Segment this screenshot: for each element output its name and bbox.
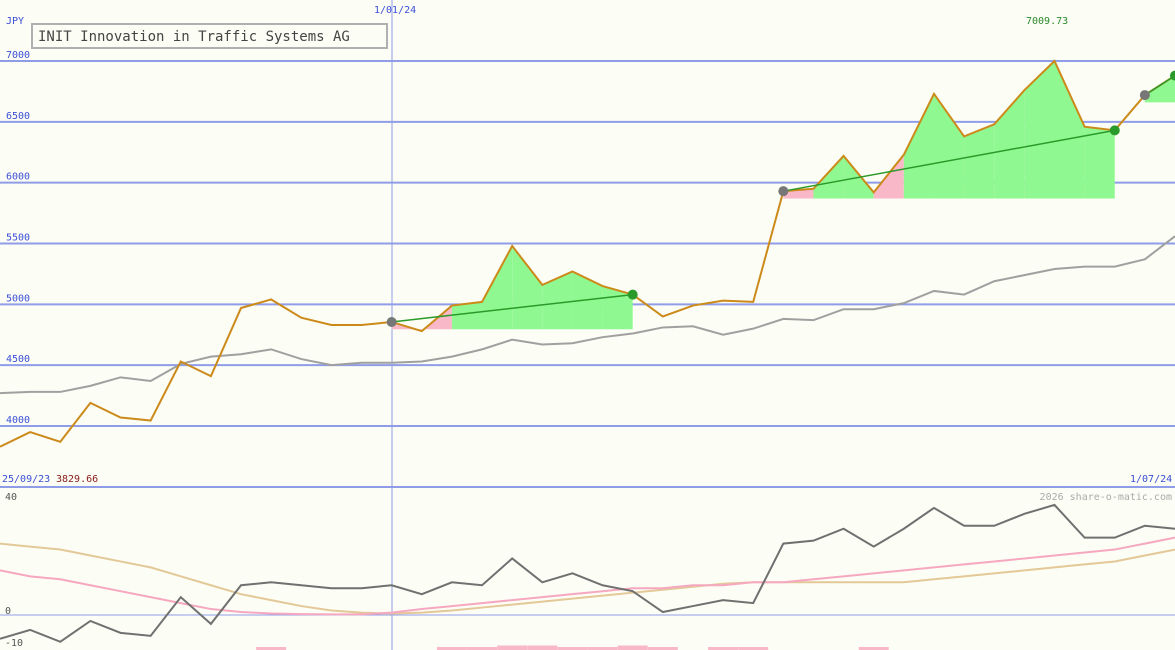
- y-tick-label-5500: 5500: [6, 233, 30, 244]
- trend-start-point-0: [386, 316, 397, 327]
- trend-end-point-1: [1109, 125, 1120, 136]
- min-value-label: 3829.66: [56, 474, 98, 485]
- trend-fill-0-17: [512, 245, 543, 330]
- y-tick-label-4500: 4500: [6, 354, 30, 365]
- y-tick-label-7000: 7000: [6, 50, 30, 61]
- trend-end-point-0: [627, 289, 638, 300]
- y-tick-label-6500: 6500: [6, 111, 30, 122]
- title-box: INIT Innovation in Traffic Systems AG: [31, 23, 388, 49]
- trend-fill-0-18: [542, 271, 573, 330]
- max-value-label: 7009.73: [1026, 16, 1068, 27]
- trend-fill-1-34: [1024, 61, 1055, 199]
- plot-layer: 7000 6500 6000 5500 5000 4500 4000: [0, 0, 1175, 650]
- watermark: 2026 share-o-matic.com: [1040, 492, 1172, 503]
- trend-fill-1-35: [1054, 61, 1085, 199]
- osc-zero-label: 0: [5, 606, 11, 617]
- x-mid-label: 1/01/24: [374, 5, 416, 16]
- y-tick-label-6000: 6000: [6, 172, 30, 183]
- trend-start-point-2: [1139, 90, 1150, 101]
- trend-fill-0-16: [482, 245, 513, 330]
- y-tick-label-5000: 5000: [6, 293, 30, 304]
- series-price-line: [0, 59, 1175, 448]
- osc-top-label: 40: [5, 492, 17, 503]
- trend-fill-1-36: [1084, 126, 1115, 199]
- trend-start-point-1: [778, 186, 789, 197]
- osc-bottom-label: -10: [5, 638, 23, 649]
- currency-label: JPY: [6, 16, 24, 27]
- share-chart: 7000 6500 6000 5500 5000 4500 4000 JPY 1/01/24…: [0, 0, 1175, 650]
- trend-fill-1-31: [933, 93, 965, 199]
- osc-bar-18: [527, 645, 558, 650]
- x-start-label: 25/09/23: [2, 474, 50, 485]
- chart-title: INIT Innovation in Traffic Systems AG: [38, 29, 350, 45]
- osc-bar-17: [497, 645, 528, 650]
- y-tick-label-4000: 4000: [6, 415, 30, 426]
- osc-bar-21: [617, 645, 648, 650]
- x-end-label: 1/07/24: [1130, 474, 1172, 485]
